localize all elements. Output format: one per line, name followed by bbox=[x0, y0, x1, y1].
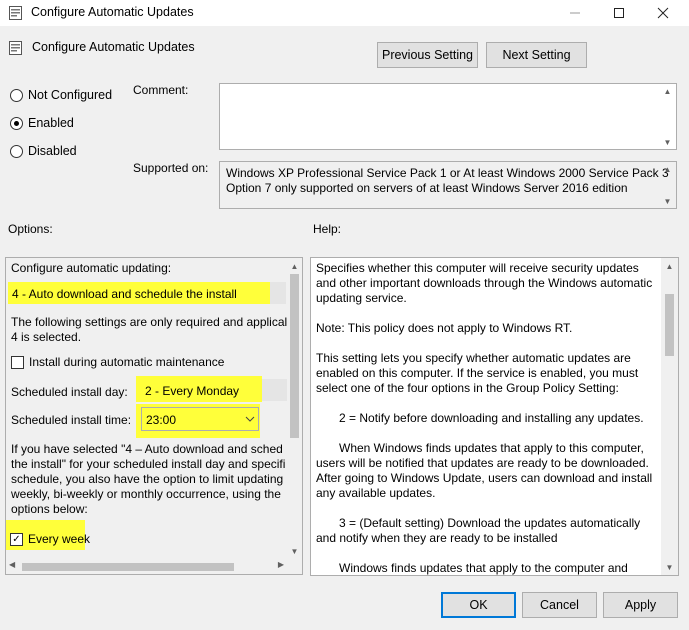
options-heading: Options: bbox=[8, 222, 53, 236]
maximize-icon[interactable] bbox=[597, 0, 641, 26]
supported-label: Supported on: bbox=[133, 161, 209, 175]
apply-button[interactable]: Apply bbox=[603, 592, 678, 618]
supported-line: Option 7 only supported on servers of at… bbox=[226, 181, 628, 195]
comment-scrollbar[interactable]: ▲ ▼ bbox=[659, 84, 676, 149]
note-text: The following settings are only required… bbox=[11, 315, 287, 345]
radio-not-configured[interactable]: Not Configured bbox=[10, 88, 112, 102]
note-line: The following settings are only required… bbox=[11, 315, 288, 329]
setting-icon bbox=[9, 41, 22, 55]
comment-label: Comment: bbox=[133, 83, 189, 97]
scroll-up-icon[interactable]: ▲ bbox=[661, 262, 678, 271]
setting-title: Configure Automatic Updates bbox=[32, 40, 195, 54]
para-line: options below: bbox=[11, 502, 88, 516]
time-value[interactable]: 23:00 bbox=[146, 413, 176, 428]
maintenance-checkbox-row[interactable]: Install during automatic maintenance bbox=[11, 355, 224, 370]
configure-value[interactable]: 4 - Auto download and schedule the insta… bbox=[12, 287, 237, 302]
help-pane: Specifies whether this computer will rec… bbox=[310, 257, 679, 576]
scroll-right-icon[interactable]: ▶ bbox=[278, 560, 284, 569]
maintenance-label: Install during automatic maintenance bbox=[29, 355, 225, 369]
supported-text: Windows XP Professional Service Pack 1 o… bbox=[226, 166, 669, 196]
radio-indicator[interactable] bbox=[10, 144, 23, 158]
window-title: Configure Automatic Updates bbox=[31, 5, 194, 19]
para-line: the install" for your scheduled install … bbox=[11, 457, 286, 471]
radio-indicator[interactable] bbox=[10, 116, 23, 130]
scroll-thumb[interactable] bbox=[290, 274, 299, 438]
options-pane: Configure automatic updating: 4 - Auto d… bbox=[5, 257, 303, 575]
help-paragraph: This setting lets you specify whether au… bbox=[316, 351, 639, 395]
hscroll-thumb[interactable] bbox=[22, 563, 234, 571]
chevron-down-icon[interactable] bbox=[245, 416, 255, 422]
radio-enabled[interactable]: Enabled bbox=[10, 116, 74, 130]
supported-line: Windows XP Professional Service Pack 1 o… bbox=[226, 166, 669, 180]
radio-disabled[interactable]: Disabled bbox=[10, 144, 77, 158]
help-paragraph: Note: This policy does not apply to Wind… bbox=[316, 321, 573, 335]
every-week-label: Every week bbox=[28, 532, 91, 546]
help-paragraph: Specifies whether this computer will rec… bbox=[316, 261, 653, 305]
help-vscrollbar[interactable]: ▲ ▼ bbox=[661, 258, 678, 575]
help-paragraph: 3 = (Default setting) Download the updat… bbox=[316, 516, 641, 545]
supported-scrollbar[interactable]: ▲ ▼ bbox=[659, 162, 676, 208]
scroll-left-icon[interactable]: ◀ bbox=[9, 560, 15, 569]
every-week-checkbox[interactable]: ✓ bbox=[10, 533, 23, 546]
para-line: schedule, you also have the option to li… bbox=[11, 472, 284, 486]
scroll-down-icon[interactable]: ▼ bbox=[661, 563, 678, 572]
scroll-thumb[interactable] bbox=[665, 294, 674, 356]
para-line: weekly, bi-weekly or monthly occurrence,… bbox=[11, 487, 281, 501]
previous-setting-button[interactable]: Previous Setting bbox=[377, 42, 478, 68]
every-week-checkbox-row[interactable]: ✓ Every week bbox=[10, 532, 90, 547]
schedule-paragraph: If you have selected "4 – Auto download … bbox=[11, 442, 285, 517]
scroll-down-icon[interactable]: ▼ bbox=[287, 547, 302, 556]
scroll-up-icon[interactable]: ▲ bbox=[287, 262, 302, 271]
para-line: If you have selected "4 – Auto download … bbox=[11, 442, 283, 456]
note-line: 4 is selected. bbox=[11, 330, 82, 344]
minimize-icon[interactable] bbox=[553, 0, 597, 26]
day-label: Scheduled install day: bbox=[11, 385, 128, 399]
help-paragraph: Windows finds updates that apply to the … bbox=[339, 561, 628, 575]
maintenance-checkbox[interactable] bbox=[11, 356, 24, 369]
day-value[interactable]: 2 - Every Monday bbox=[145, 384, 239, 399]
policy-icon bbox=[9, 6, 22, 20]
help-text: Specifies whether this computer will rec… bbox=[316, 261, 662, 575]
help-paragraph: 2 = Notify before downloading and instal… bbox=[339, 411, 644, 425]
comment-field[interactable]: ▲ ▼ bbox=[219, 83, 677, 150]
cancel-button[interactable]: Cancel bbox=[522, 592, 597, 618]
ok-button[interactable]: OK bbox=[441, 592, 516, 618]
help-heading: Help: bbox=[313, 222, 342, 236]
close-icon[interactable] bbox=[641, 0, 685, 26]
next-setting-button[interactable]: Next Setting bbox=[486, 42, 587, 68]
radio-indicator[interactable] bbox=[10, 88, 23, 102]
time-label: Scheduled install time: bbox=[11, 413, 132, 427]
supported-box: Windows XP Professional Service Pack 1 o… bbox=[219, 161, 677, 209]
configure-label: Configure automatic updating: bbox=[11, 261, 172, 275]
options-vscrollbar[interactable]: ▲ ▼ bbox=[287, 258, 302, 559]
help-paragraph: When Windows finds updates that apply to… bbox=[316, 441, 653, 500]
options-hscrollbar[interactable]: ◀ ▶ bbox=[6, 559, 287, 574]
